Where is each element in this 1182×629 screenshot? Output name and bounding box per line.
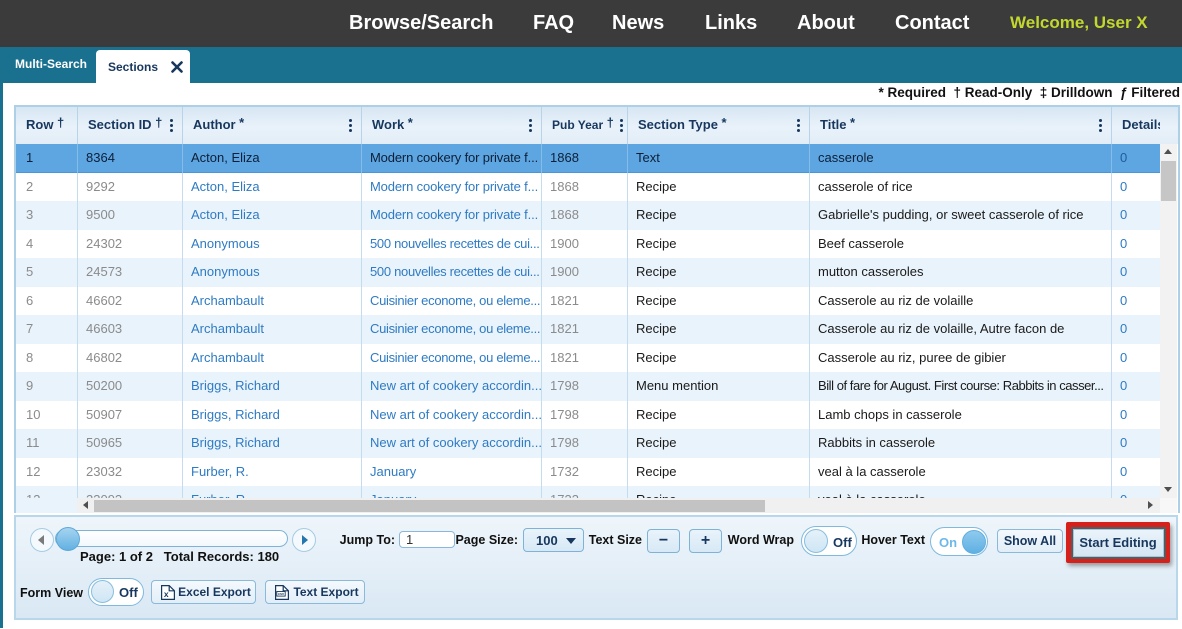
svg-text:x: x — [164, 589, 169, 599]
svg-text:csv: csv — [278, 592, 284, 596]
